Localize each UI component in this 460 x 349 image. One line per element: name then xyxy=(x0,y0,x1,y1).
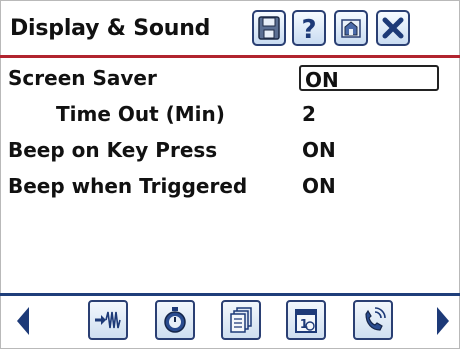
left-arrow-icon[interactable] xyxy=(16,306,30,336)
setting-value-screen-saver: ON xyxy=(305,68,339,92)
right-arrow-icon[interactable] xyxy=(436,306,450,336)
screen-saver-value-field[interactable]: ON xyxy=(299,65,439,92)
home-icon xyxy=(341,19,361,38)
header-divider xyxy=(0,55,460,58)
svg-text:?: ? xyxy=(301,15,316,42)
setting-value-time-out[interactable]: 2 xyxy=(302,102,316,126)
setting-label-time-out: Time Out (Min) xyxy=(56,102,225,126)
documents-icon xyxy=(230,307,252,333)
setting-value-beep-key-press[interactable]: ON xyxy=(302,138,336,162)
phone-icon xyxy=(365,307,386,331)
setting-label-beep-triggered: Beep when Triggered xyxy=(8,174,248,198)
home-button[interactable] xyxy=(334,10,368,46)
nav-documents-button[interactable] xyxy=(221,300,261,340)
nav-calendar-button[interactable]: 1 xyxy=(286,300,326,340)
help-icon: ? xyxy=(301,15,316,42)
setting-value-beep-triggered[interactable]: ON xyxy=(302,174,336,198)
header: Display & Sound ? xyxy=(0,0,460,56)
close-button[interactable] xyxy=(376,10,410,46)
waveform-icon xyxy=(95,311,121,329)
close-icon xyxy=(382,17,404,39)
calendar-icon: 1 xyxy=(295,309,317,333)
setting-label-beep-key-press: Beep on Key Press xyxy=(8,138,218,162)
nav-stopwatch-button[interactable] xyxy=(155,300,195,340)
nav-waveform-button[interactable] xyxy=(88,300,128,340)
help-button[interactable]: ? xyxy=(292,10,326,46)
nav-phone-button[interactable] xyxy=(353,300,393,340)
setting-label-screen-saver: Screen Saver xyxy=(8,66,157,90)
page-title: Display & Sound xyxy=(10,16,211,41)
save-button[interactable] xyxy=(252,10,286,46)
stopwatch-icon xyxy=(164,307,186,333)
nav-divider xyxy=(0,293,460,296)
save-icon xyxy=(258,16,280,40)
